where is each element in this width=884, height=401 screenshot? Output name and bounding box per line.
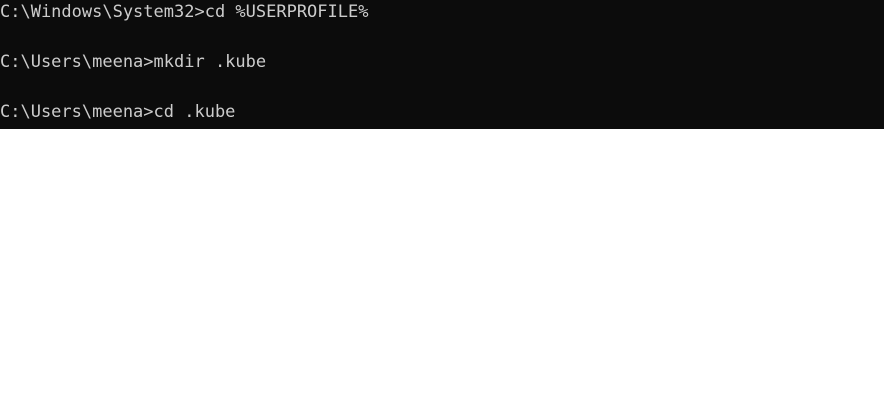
terminal-line: C:\Users\meena>cd .kube [0,102,235,122]
terminal-prompt: C:\Windows\System32> [0,2,205,22]
blank-background [0,129,884,401]
terminal-line: C:\Windows\System32>cd %USERPROFILE% [0,2,368,22]
terminal-command: cd .kube [153,102,236,122]
terminal-prompt: C:\Users\meena> [0,52,154,72]
terminal-command: mkdir .kube [153,52,267,72]
terminal-line: C:\Users\meena>mkdir .kube [0,52,266,72]
terminal-prompt: C:\Users\meena> [0,102,154,122]
terminal-command: cd %USERPROFILE% [204,2,369,22]
terminal-window[interactable]: C:\Windows\System32>cd %USERPROFILE% C:\… [0,0,884,129]
